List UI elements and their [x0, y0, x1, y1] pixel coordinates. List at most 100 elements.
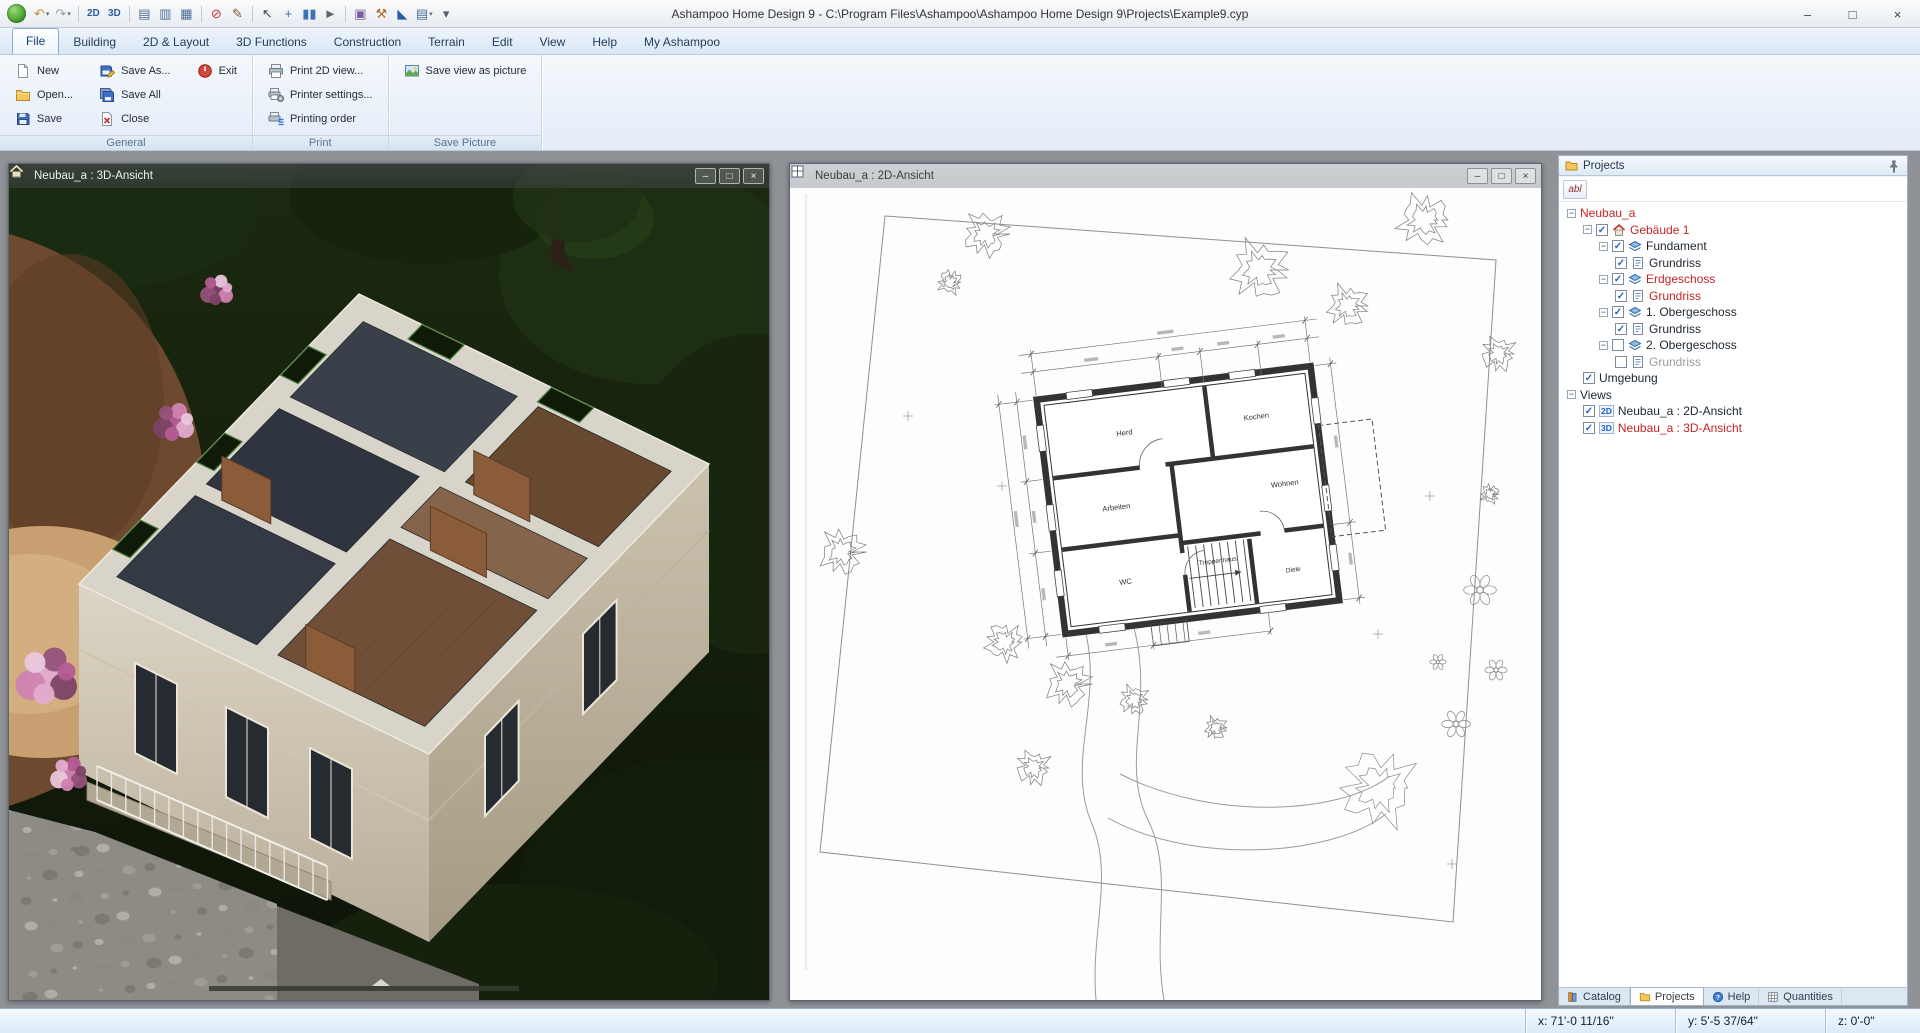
panel-tab-quantities[interactable]: Quantities	[1759, 988, 1842, 1005]
printing-order-button[interactable]: Printing order	[263, 108, 378, 130]
minimize-button[interactable]: –	[1785, 0, 1830, 28]
open-button[interactable]: Open...	[10, 84, 78, 106]
panel-tab-bar: CatalogProjects?HelpQuantities	[1559, 987, 1907, 1005]
tree-item-grundriss[interactable]: ✓Grundriss	[1561, 255, 1905, 272]
undo-button[interactable]: ↶▾	[31, 3, 52, 24]
save-button[interactable]: Save	[10, 108, 78, 130]
2d-view-titlebar[interactable]: Neubau_a : 2D-Ansicht – □ ×	[790, 164, 1541, 188]
measure-button[interactable]: +	[278, 3, 299, 24]
close-button[interactable]: Close	[94, 108, 176, 130]
tree-checkbox[interactable]: ✓	[1612, 306, 1624, 318]
save-as-button[interactable]: Save As...	[94, 60, 176, 82]
statistics-button[interactable]: ▮▮	[299, 3, 320, 24]
3d-minimize-button[interactable]: –	[695, 168, 716, 184]
print-2d-view-button[interactable]: Print 2D view...	[263, 60, 378, 82]
pointer-button[interactable]: ►	[320, 3, 341, 24]
menu-tab-construction[interactable]: Construction	[321, 30, 414, 54]
menu-tab-file[interactable]: File	[12, 28, 59, 54]
3d-close-button[interactable]: ×	[743, 168, 764, 184]
save-view-as-picture-button[interactable]: Save view as picture	[399, 60, 532, 82]
expander-icon[interactable]: −	[1599, 341, 1608, 350]
toolbar-separator	[201, 6, 202, 22]
expander-icon[interactable]: −	[1567, 209, 1576, 218]
exit-button[interactable]: Exit	[192, 60, 242, 82]
panel-tab-projects[interactable]: Projects	[1630, 987, 1704, 1005]
paint-button[interactable]: ◣	[392, 3, 413, 24]
select-cursor-button[interactable]: ↖	[257, 3, 278, 24]
expander-icon[interactable]: −	[1599, 275, 1608, 284]
expander-icon[interactable]: −	[1583, 225, 1592, 234]
menu-tab-my-ashampoo[interactable]: My Ashampoo	[631, 30, 733, 54]
menu-tab-terrain[interactable]: Terrain	[415, 30, 478, 54]
tree-item-1-obergeschoss[interactable]: −✓1. Obergeschoss	[1561, 304, 1905, 321]
tree-item-neubau-a[interactable]: −Neubau_a	[1561, 205, 1905, 222]
tree-item-umgebung[interactable]: ✓Umgebung	[1561, 370, 1905, 387]
app-logo-icon[interactable]	[7, 4, 26, 23]
new-button[interactable]: New	[10, 60, 78, 82]
component-button[interactable]: ▣	[350, 3, 371, 24]
2d-viewport[interactable]: Herd Kochen Arbeiten Wohnen WC Treppenha…	[790, 164, 1541, 1000]
tree-item-erdgeschoss[interactable]: −✓Erdgeschoss	[1561, 271, 1905, 288]
tree-item-grundriss[interactable]: ✓ Grundriss	[1561, 321, 1905, 338]
menu-tab-edit[interactable]: Edit	[479, 30, 526, 54]
tree-checkbox[interactable]: ✓	[1615, 290, 1627, 302]
expander-icon[interactable]: −	[1599, 308, 1608, 317]
3d-maximize-button[interactable]: □	[719, 168, 740, 184]
3d-view-titlebar[interactable]: Neubau_a : 3D-Ansicht – □ ×	[9, 164, 769, 188]
tree-checkbox[interactable]	[1612, 339, 1624, 351]
delete-button[interactable]: ⊘	[206, 3, 227, 24]
save-all-button[interactable]: Save All	[94, 84, 176, 106]
construct-button[interactable]: ⚒	[371, 3, 392, 24]
tree-item-views[interactable]: −Views	[1561, 387, 1905, 404]
tree-item-neubau-a-2d-ansicht[interactable]: ✓2DNeubau_a : 2D-Ansicht	[1561, 403, 1905, 420]
plan-icon	[1631, 322, 1645, 336]
tree-checkbox[interactable]: ✓	[1615, 257, 1627, 269]
menu-tab-3d-functions[interactable]: 3D Functions	[223, 30, 320, 54]
pen-button[interactable]: ✎	[227, 3, 248, 24]
abl-tool-button[interactable]: abl	[1563, 180, 1587, 199]
tree-label: Grundriss	[1649, 322, 1701, 336]
redo-button[interactable]: ↷▾	[52, 3, 73, 24]
2d-maximize-button[interactable]: □	[1491, 168, 1512, 184]
tree-item-fundament[interactable]: −✓Fundament	[1561, 238, 1905, 255]
menu-tab-building[interactable]: Building	[60, 30, 129, 54]
view-3d-button[interactable]: 3D	[104, 3, 125, 24]
tree-item-neubau-a-3d-ansicht[interactable]: ✓3DNeubau_a : 3D-Ansicht	[1561, 420, 1905, 437]
3d-viewport[interactable]	[9, 164, 769, 1000]
panel-tab-help[interactable]: ?Help	[1704, 988, 1760, 1005]
menu-tab-help[interactable]: Help	[579, 30, 630, 54]
printer-settings-button[interactable]: Printer settings...	[263, 84, 378, 106]
close-button[interactable]: ×	[1875, 0, 1920, 28]
tree-checkbox[interactable]: ✓	[1612, 240, 1624, 252]
tree-checkbox[interactable]	[1615, 356, 1627, 368]
window-title: Ashampoo Home Design 9 - C:\Program File…	[672, 7, 1249, 21]
toolbar-options-button[interactable]: ▾	[436, 3, 457, 24]
expander-icon[interactable]: −	[1567, 390, 1576, 399]
tree-item-geb-ude-1[interactable]: −✓Gebäude 1	[1561, 222, 1905, 239]
maximize-button[interactable]: □	[1830, 0, 1875, 28]
2d-close-button[interactable]: ×	[1515, 168, 1536, 184]
expander-icon[interactable]: −	[1599, 242, 1608, 251]
window-grid-button[interactable]: ▦	[176, 3, 197, 24]
tree-item-grundriss[interactable]: Grundriss	[1561, 354, 1905, 371]
tree-checkbox[interactable]: ✓	[1583, 422, 1595, 434]
copy-button[interactable]: ▤▾	[413, 3, 436, 24]
tree-checkbox[interactable]: ✓	[1583, 372, 1595, 384]
tree-item-grundriss[interactable]: ✓Grundriss	[1561, 288, 1905, 305]
title-bar: ↶▾↷▾ 2D3D ▤▥▦ ⊘✎ ↖+▮▮► ▣⚒◣▤▾▾ Ashampoo Home D…	[0, 0, 1920, 28]
menu-tab-2d-layout[interactable]: 2D & Layout	[130, 30, 222, 54]
tree-checkbox[interactable]: ✓	[1583, 405, 1595, 417]
2d-minimize-button[interactable]: –	[1467, 168, 1488, 184]
tree-checkbox[interactable]: ✓	[1596, 224, 1608, 236]
panel-tab-catalog[interactable]: Catalog	[1559, 988, 1630, 1005]
window-tile-vertical-button[interactable]: ▥	[155, 3, 176, 24]
tree-checkbox[interactable]: ✓	[1612, 273, 1624, 285]
tree-item-2-obergeschoss[interactable]: −2. Obergeschoss	[1561, 337, 1905, 354]
window-tile-horizontal-button[interactable]: ▤	[134, 3, 155, 24]
tree-checkbox[interactable]: ✓	[1615, 323, 1627, 335]
tab-quantities-icon	[1767, 991, 1779, 1003]
menu-tab-view[interactable]: View	[527, 30, 579, 54]
projects-panel-header[interactable]: Projects	[1559, 156, 1907, 176]
pin-icon[interactable]	[1887, 159, 1901, 173]
view-2d-button[interactable]: 2D	[83, 3, 104, 24]
